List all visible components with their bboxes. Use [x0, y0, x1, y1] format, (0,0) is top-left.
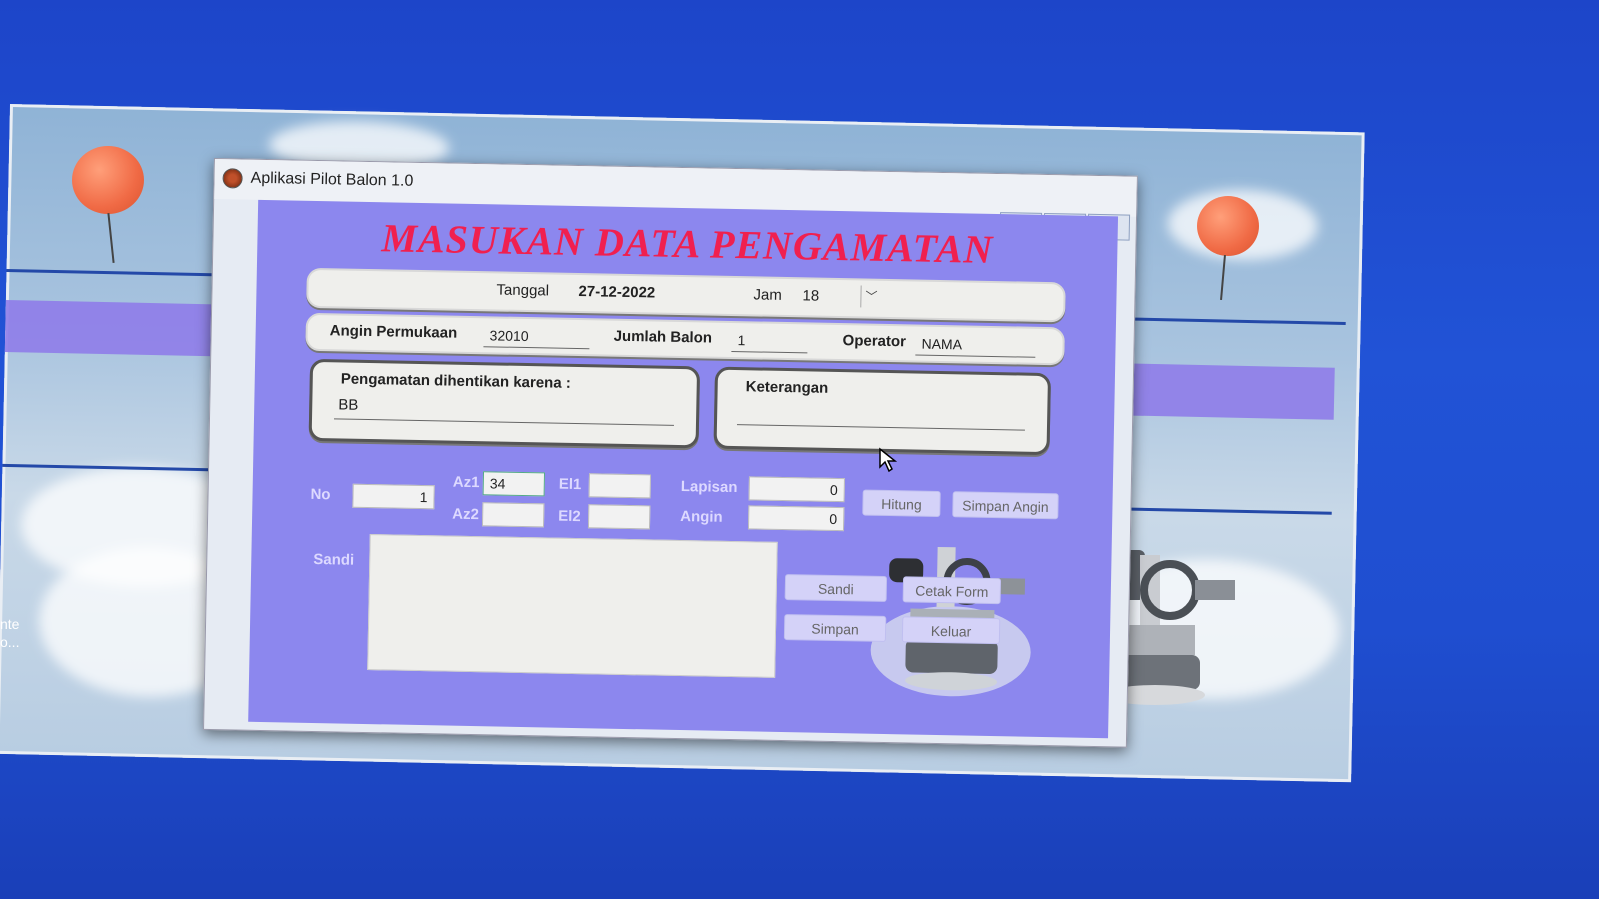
jumlah-balon-field[interactable]: 1 — [737, 332, 745, 348]
chevron-down-icon[interactable]: ﹀ — [860, 285, 882, 308]
tanggal-field[interactable]: 27-12-2022 — [578, 283, 655, 301]
page-title: MASUKAN DATA PENGAMATAN — [381, 215, 994, 272]
main-window: Aplikasi Pilot Balon 1.0 ▭ ▣ ☒ MASUKAN D… — [203, 158, 1138, 748]
wind-operator-panel: Angin Permukaan 32010 Jumlah Balon 1 Ope… — [305, 312, 1065, 366]
operator-field[interactable]: NAMA — [921, 336, 962, 353]
simpan-button[interactable]: Simpan — [783, 614, 887, 642]
lapisan-field[interactable]: 0 — [748, 476, 845, 503]
no-field[interactable]: 1 — [352, 483, 435, 510]
operator-label: Operator — [842, 332, 907, 351]
underline — [915, 354, 1036, 358]
mouse-cursor-icon — [879, 447, 898, 473]
hitung-button[interactable]: Hitung — [862, 489, 941, 518]
desktop-icon-label[interactable]: nte o... — [0, 615, 19, 651]
jam-label: Jam — [753, 286, 782, 304]
simpan-angin-button[interactable]: Simpan Angin — [952, 491, 1059, 520]
cetak-form-button[interactable]: Cetak Form — [902, 576, 1002, 605]
no-label: No — [310, 485, 331, 504]
keterangan-panel: Keterangan — [713, 366, 1052, 456]
angin-permukaan-field[interactable]: 32010 — [489, 327, 528, 344]
az1-field[interactable]: 34 — [482, 471, 546, 497]
keterangan-label: Keterangan — [745, 378, 829, 397]
el1-label: El1 — [558, 475, 582, 494]
sandi-textarea[interactable] — [367, 534, 778, 678]
underline — [736, 424, 1025, 431]
keluar-button[interactable]: Keluar — [901, 616, 1001, 645]
sandi-label: Sandi — [313, 550, 355, 569]
angin-permukaan-label: Angin Permukaan — [329, 322, 458, 342]
az2-field[interactable] — [481, 502, 545, 528]
underline — [731, 350, 808, 354]
app-icon — [222, 168, 243, 189]
jam-select[interactable]: 18 — [802, 287, 819, 304]
pengamatan-label: Pengamatan dihentikan karena : — [340, 370, 571, 392]
el1-field[interactable] — [588, 473, 652, 499]
lapisan-label: Lapisan — [680, 478, 738, 497]
tanggal-label: Tanggal — [496, 281, 550, 300]
balloon-left-icon — [72, 146, 144, 214]
angin-field[interactable]: 0 — [747, 505, 845, 532]
el2-field[interactable] — [587, 504, 651, 530]
underline — [483, 346, 590, 350]
jumlah-balon-label: Jumlah Balon — [613, 327, 713, 347]
form-area: MASUKAN DATA PENGAMATAN Tanggal 27-12-20… — [248, 199, 1119, 739]
underline — [334, 418, 674, 426]
balloon-right-icon — [1197, 196, 1259, 256]
window-title: Aplikasi Pilot Balon 1.0 — [250, 169, 414, 190]
az1-label: Az1 — [452, 473, 480, 492]
el2-label: El2 — [558, 507, 581, 526]
az2-label: Az2 — [452, 505, 480, 524]
pengamatan-field[interactable]: BB — [338, 396, 358, 413]
sandi-button[interactable]: Sandi — [784, 574, 888, 602]
angin-label: Angin — [680, 508, 723, 526]
pengamatan-panel: Pengamatan dihentikan karena : BB — [308, 358, 701, 449]
